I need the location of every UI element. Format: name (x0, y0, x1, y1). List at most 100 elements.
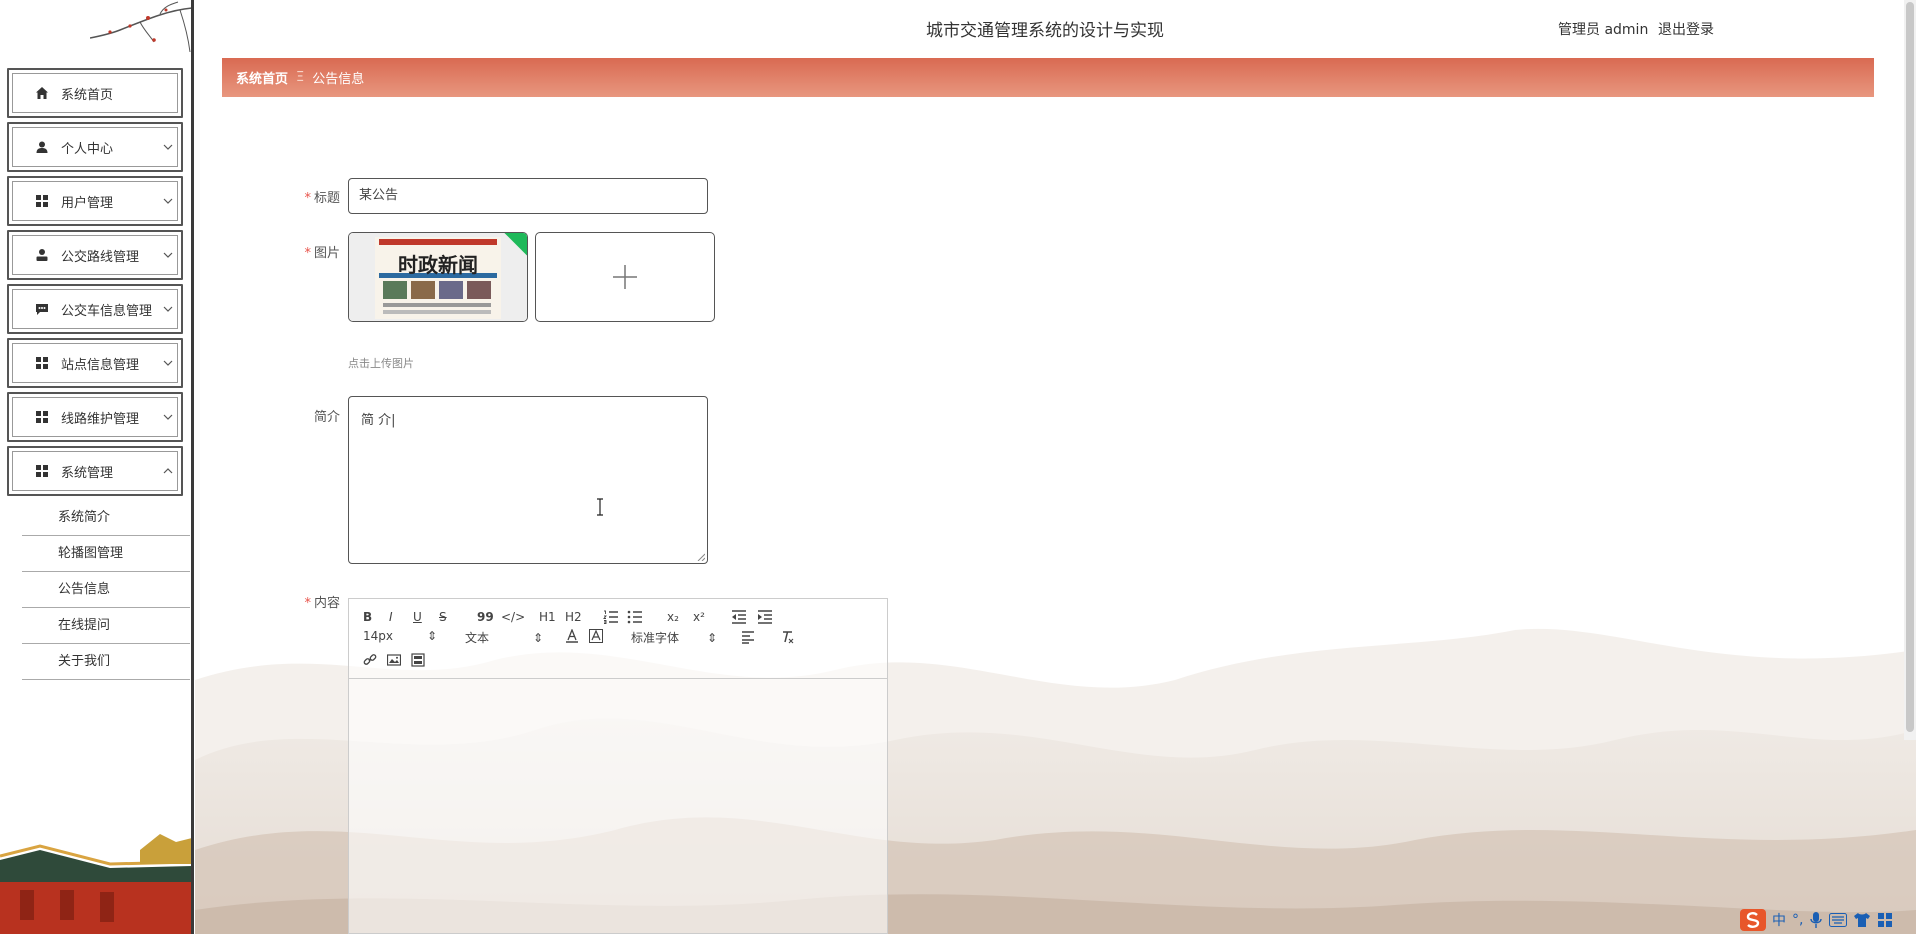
editor-toolbar: B I U S 99 </> H1 H2 x₂ x² 14px ⇕ 文本 ⇕ 标… (349, 599, 887, 679)
breadcrumb-current: 公告信息 (312, 72, 365, 87)
sidebar-item-label: 用户管理 (61, 195, 114, 211)
intro-text: 简 介| (361, 413, 396, 428)
plum-branch-decoration (90, 1, 192, 53)
chat-icon (36, 304, 48, 315)
code-block-button[interactable]: </> (501, 609, 525, 625)
grid-icon (36, 195, 48, 207)
sidebar-item-label: 公交车信息管理 (61, 303, 153, 319)
person-icon (36, 249, 48, 261)
resize-handle-icon[interactable] (697, 553, 705, 561)
sidebar-item-label: 系统首页 (61, 87, 114, 103)
chevron-down-icon (163, 414, 173, 420)
ime-punctuation[interactable]: °, (1792, 912, 1803, 928)
sidebar-item-label: 个人中心 (61, 141, 114, 157)
chevron-down-icon (163, 144, 173, 150)
header2-button[interactable]: H2 (565, 609, 582, 625)
breadcrumb-home[interactable]: 系统首页 (236, 68, 288, 87)
align-button[interactable] (741, 630, 755, 644)
intro-textarea[interactable]: 简 介| (348, 396, 708, 564)
sidebar-item-label: 站点信息管理 (61, 357, 140, 373)
clear-format-button[interactable] (781, 630, 795, 644)
sidebar-item-user-management[interactable]: 用户管理 (7, 176, 183, 226)
subscript-button[interactable]: x₂ (667, 609, 679, 625)
image-insert-button[interactable] (387, 653, 401, 667)
plus-icon (613, 265, 637, 289)
submenu-item-system-intro[interactable]: 系统简介 (22, 500, 190, 536)
sidebar-item-label: 线路维护管理 (61, 411, 140, 427)
scrollbar-thumb[interactable] (1906, 2, 1914, 732)
header1-button[interactable]: H1 (539, 609, 556, 625)
clear-format-icon (783, 631, 794, 644)
sidebar-item-station-info-management[interactable]: 站点信息管理 (7, 338, 183, 388)
logout-link[interactable]: 退出登录 (1658, 19, 1714, 39)
skin-shirt-icon[interactable] (1853, 912, 1871, 928)
sidebar-item-personal-center[interactable]: 个人中心 (7, 122, 183, 172)
palace-illustration (0, 834, 192, 934)
uploaded-image-thumbnail[interactable]: 时政新闻 (348, 232, 528, 322)
sidebar: 系统首页 个人中心 用户管理 公交路线管理 公交车信息管理 站点信息管理 线路维… (0, 0, 195, 934)
underline-button[interactable]: U (413, 609, 422, 625)
sidebar-item-system-management[interactable]: 系统管理 (7, 446, 183, 496)
home-icon (36, 87, 48, 99)
ime-language[interactable]: 中 (1772, 910, 1786, 930)
submenu-item-carousel-management[interactable]: 轮播图管理 (22, 536, 190, 572)
grid-icon (36, 465, 48, 477)
content-label: * 内容 (304, 596, 340, 611)
keyboard-icon[interactable] (1829, 913, 1848, 927)
submenu-item-about-us[interactable]: 关于我们 (22, 644, 190, 680)
submenu-item-announcement[interactable]: 公告信息 (22, 572, 190, 608)
page-scrollbar[interactable] (1904, 0, 1916, 740)
chevron-up-icon (163, 468, 173, 474)
grid-icon (36, 411, 48, 423)
select-arrows-icon: ⇕ (707, 631, 718, 645)
font-size-select[interactable]: 14px ⇕ (363, 629, 437, 643)
chevron-down-icon (163, 252, 173, 258)
bold-button[interactable]: B (363, 609, 372, 625)
background-color-icon (589, 629, 603, 643)
background-color-button[interactable] (589, 629, 603, 643)
font-color-icon (566, 629, 578, 643)
link-icon (363, 654, 377, 665)
intro-label: 简介 (313, 410, 340, 425)
system-management-submenu: 系统简介 轮播图管理 公告信息 在线提问 关于我们 (22, 500, 190, 680)
superscript-button[interactable]: x² (693, 609, 705, 625)
current-user: 管理员 admin (1558, 22, 1649, 38)
video-insert-button[interactable] (411, 653, 425, 667)
title-input[interactable]: 某公告 (348, 178, 708, 214)
required-mark: * (304, 246, 311, 261)
toolbox-grid-icon[interactable] (1877, 912, 1893, 928)
ime-toolbar: 中 °, (1740, 908, 1893, 932)
sidebar-divider (191, 0, 194, 934)
indent-button[interactable] (757, 610, 773, 624)
rich-text-editor: B I U S 99 </> H1 H2 x₂ x² 14px ⇕ 文本 ⇕ 标… (348, 598, 888, 934)
sidebar-item-line-maintenance-management[interactable]: 线路维护管理 (7, 392, 183, 442)
bullet-list-button[interactable] (627, 610, 643, 624)
image-icon (387, 654, 401, 666)
indent-icon (758, 610, 772, 624)
submenu-item-online-questions[interactable]: 在线提问 (22, 608, 190, 644)
breadcrumb-separator: Ξ (296, 70, 305, 85)
sogou-logo-icon[interactable] (1740, 909, 1766, 931)
ordered-list-button[interactable] (603, 610, 619, 624)
link-button[interactable] (363, 653, 377, 667)
text-type-select[interactable]: 文本 ⇕ (465, 629, 543, 646)
font-color-button[interactable] (565, 629, 579, 643)
font-family-select[interactable]: 标准字体 ⇕ (631, 629, 717, 646)
image-upload-button[interactable] (535, 232, 715, 322)
chevron-down-icon (163, 306, 173, 312)
breadcrumb: 系统首页 Ξ 公告信息 (222, 58, 1874, 97)
microphone-icon[interactable] (1809, 911, 1823, 929)
bullet-list-icon (627, 610, 642, 624)
italic-button[interactable]: I (389, 609, 393, 625)
sidebar-item-bus-info-management[interactable]: 公交车信息管理 (7, 284, 183, 334)
blockquote-button[interactable]: 99 (477, 609, 494, 625)
title-label: * 标题 (304, 191, 340, 206)
select-arrows-icon: ⇕ (427, 629, 438, 643)
sidebar-item-home[interactable]: 系统首页 (7, 68, 183, 118)
outdent-button[interactable] (731, 610, 747, 624)
select-arrows-icon: ⇕ (533, 631, 544, 645)
sidebar-item-bus-route-management[interactable]: 公交路线管理 (7, 230, 183, 280)
user-icon (36, 141, 48, 153)
grid-icon (36, 357, 48, 369)
strike-button[interactable]: S (439, 609, 447, 625)
